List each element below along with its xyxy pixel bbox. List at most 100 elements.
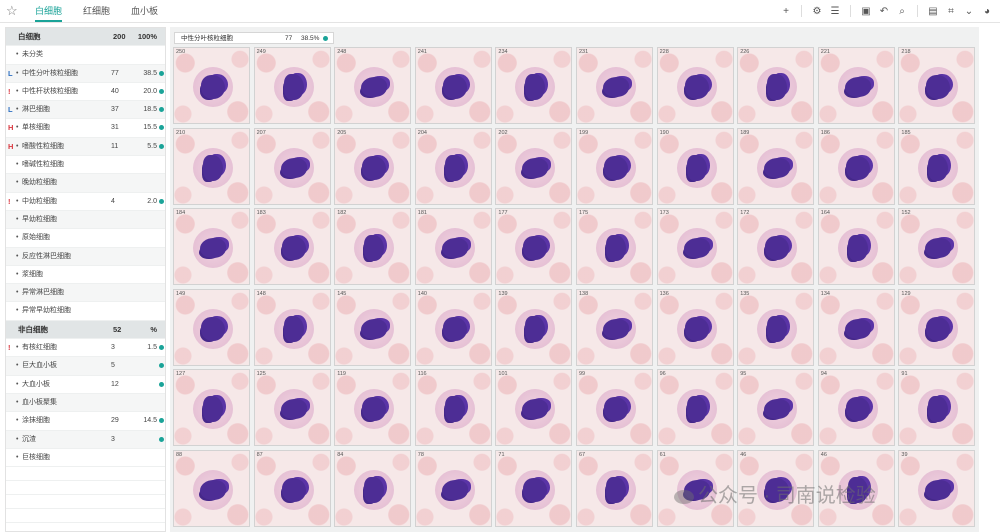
cell-thumbnail[interactable]: 149 <box>173 288 250 366</box>
cell-thumbnail[interactable]: 186 <box>817 127 895 205</box>
class-row[interactable]: • 早幼粒细胞 <box>6 210 165 230</box>
cell-thumbnail[interactable]: 182 <box>334 208 412 285</box>
save-icon[interactable]: ▤ <box>926 4 940 18</box>
cell-thumbnail[interactable]: 231 <box>576 47 653 124</box>
flag-marker: L <box>8 105 13 115</box>
palette-icon[interactable]: ◕ <box>980 4 994 18</box>
cell-thumbnail[interactable]: 172 <box>737 208 815 285</box>
cell-thumbnail[interactable]: 84 <box>334 449 412 527</box>
cell-nucleus <box>364 235 385 261</box>
cell-thumbnail[interactable]: 99 <box>576 369 653 446</box>
cell-thumbnail[interactable]: 175 <box>576 208 653 285</box>
cell-thumbnail[interactable]: 96 <box>656 369 734 446</box>
search-image-icon[interactable]: ⌕ <box>895 4 909 18</box>
cell-thumbnail[interactable]: 127 <box>173 369 250 446</box>
cell-nucleus <box>686 154 707 181</box>
cell-thumbnail[interactable]: 67 <box>576 449 653 527</box>
cell-thumbnail[interactable]: 173 <box>656 208 734 285</box>
class-row[interactable]: • 未分类 <box>6 46 165 65</box>
cell-thumbnail[interactable]: 183 <box>253 208 331 285</box>
cell-thumbnail[interactable]: 185 <box>898 127 976 205</box>
class-row[interactable]: • 原始细胞 <box>6 229 165 248</box>
cell-thumbnail[interactable]: 226 <box>737 47 815 124</box>
cell-thumbnail[interactable]: 91 <box>898 369 976 446</box>
class-row[interactable]: H • 嗜酸性粒细胞 11 5.5 <box>6 137 165 157</box>
cell-thumbnail[interactable]: 101 <box>495 369 573 446</box>
cell-thumbnail[interactable]: 189 <box>737 127 815 205</box>
class-row[interactable]: • 浆细胞 <box>6 266 165 285</box>
class-row[interactable]: ! • 中性杆状核粒细胞 40 20.0 <box>6 83 165 102</box>
cell-thumbnail[interactable]: 164 <box>817 208 895 285</box>
cell-thumbnail[interactable]: 136 <box>656 288 734 366</box>
cell-thumbnail[interactable]: 181 <box>414 208 492 285</box>
cell-thumbnail[interactable]: 135 <box>737 288 815 366</box>
cell-thumbnail[interactable]: 250 <box>173 47 250 124</box>
cell-thumbnail[interactable]: 221 <box>817 47 895 124</box>
plus-icon[interactable]: + <box>779 4 793 18</box>
cell-thumbnail[interactable]: 71 <box>495 449 573 527</box>
class-row[interactable]: • 涂抹细胞 29 14.5 <box>6 412 165 431</box>
settings-icon[interactable]: ⚙ <box>810 4 824 18</box>
chevron-down-icon[interactable]: ⌄ <box>962 4 976 18</box>
class-row[interactable]: • 晚幼粒细胞 <box>6 174 165 193</box>
list-icon[interactable]: ☰ <box>828 4 842 18</box>
folder-icon[interactable]: ▣ <box>859 4 873 18</box>
cell-thumbnail[interactable]: 138 <box>576 288 653 366</box>
cell-thumbnail[interactable]: 78 <box>414 449 492 527</box>
cell-thumbnail[interactable]: 152 <box>898 208 976 285</box>
selected-class-bar[interactable]: 中性分叶核粒细胞 77 38.5% <box>174 32 334 44</box>
cell-thumbnail[interactable]: 204 <box>414 127 492 205</box>
cell-thumbnail[interactable]: 218 <box>898 47 976 124</box>
cell-thumbnail[interactable]: 95 <box>737 369 815 446</box>
bullet-icon: • <box>16 142 19 150</box>
star-icon[interactable]: ☆ <box>6 3 18 19</box>
cell-thumbnail[interactable]: 190 <box>656 127 734 205</box>
cell-thumbnail[interactable]: 94 <box>817 369 895 446</box>
cell-thumbnail[interactable]: 177 <box>495 208 573 285</box>
cell-thumbnail[interactable]: 205 <box>334 127 412 205</box>
class-name: 嗜碱性粒细胞 <box>22 161 64 169</box>
tab-wbc[interactable]: 白细胞 <box>35 0 63 22</box>
cell-thumbnail[interactable]: 116 <box>414 369 492 446</box>
cell-thumbnail[interactable]: 184 <box>173 208 250 285</box>
tab-platelet[interactable]: 血小板 <box>131 0 158 22</box>
cell-thumbnail[interactable]: 228 <box>656 47 734 124</box>
cell-thumbnail[interactable]: 139 <box>495 288 573 366</box>
class-row[interactable]: • 异常淋巴细胞 <box>6 284 165 303</box>
cell-thumbnail[interactable]: 249 <box>253 47 331 124</box>
cell-thumbnail[interactable]: 119 <box>334 369 412 446</box>
cell-thumbnail[interactable]: 210 <box>173 127 250 205</box>
class-row[interactable]: • 嗜碱性粒细胞 <box>6 156 165 175</box>
class-row[interactable]: • 沉渣 3 <box>6 430 165 449</box>
cell-thumbnail[interactable]: 199 <box>576 127 653 205</box>
class-row[interactable]: • 大血小板 12 <box>6 376 165 394</box>
class-row[interactable]: • 巨大血小板 5 <box>6 357 165 376</box>
class-row[interactable]: L • 淋巴细胞 37 18.5 <box>6 101 165 120</box>
cell-thumbnail[interactable]: 125 <box>253 369 331 446</box>
class-row[interactable]: H • 单核细胞 31 15.5 <box>6 119 165 138</box>
class-row[interactable]: • 异常早幼粒细胞 <box>6 302 165 321</box>
cell-thumbnail[interactable]: 145 <box>334 288 412 366</box>
flag-marker: H <box>8 123 14 133</box>
cell-thumbnail[interactable]: 134 <box>817 288 895 366</box>
undo-icon[interactable]: ↶ <box>877 4 891 18</box>
class-row[interactable]: L • 中性分叶核粒细胞 77 38.5 <box>6 64 165 83</box>
cell-thumbnail[interactable]: 88 <box>173 449 250 527</box>
cell-thumbnail[interactable]: 148 <box>253 288 331 366</box>
cell-thumbnail[interactable]: 140 <box>414 288 492 366</box>
class-row[interactable]: • 血小板聚集 <box>6 393 165 413</box>
cell-thumbnail[interactable]: 207 <box>253 127 331 205</box>
cell-thumbnail[interactable]: 248 <box>334 47 412 124</box>
cell-thumbnail[interactable]: 234 <box>495 47 573 124</box>
class-row[interactable]: • 反应性淋巴细胞 <box>6 247 165 266</box>
cell-thumbnail[interactable]: 39 <box>898 449 976 527</box>
cell-thumbnail[interactable]: 87 <box>253 449 331 527</box>
cell-thumbnail[interactable]: 241 <box>414 47 492 124</box>
crop-icon[interactable]: ⌗ <box>944 4 958 18</box>
class-row[interactable]: • 巨核细胞 <box>6 449 165 468</box>
class-row[interactable]: ! • 有核红细胞 3 1.5 <box>6 339 165 358</box>
cell-thumbnail[interactable]: 129 <box>898 288 976 366</box>
tab-rbc[interactable]: 红细胞 <box>83 0 110 22</box>
class-row[interactable]: ! • 中幼粒细胞 4 2.0 <box>6 193 165 211</box>
cell-thumbnail[interactable]: 202 <box>495 127 573 205</box>
